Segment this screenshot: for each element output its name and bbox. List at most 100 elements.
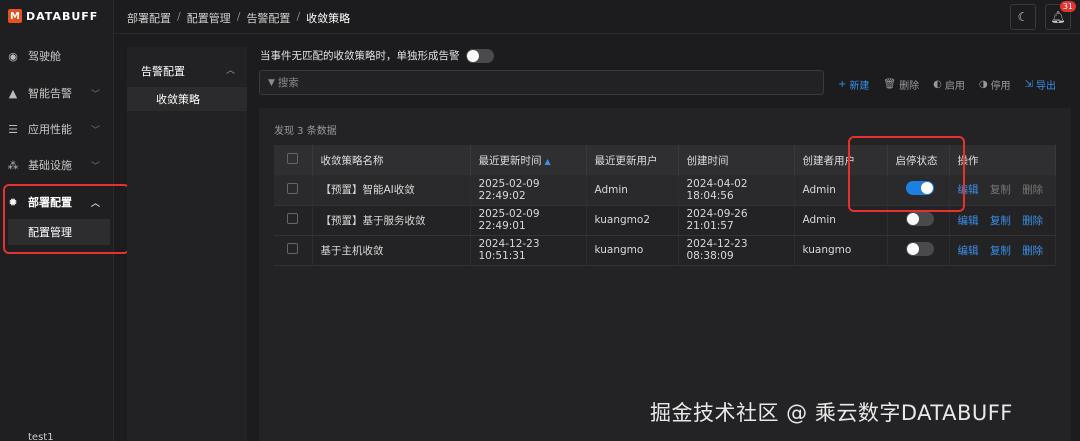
plus-icon: + — [838, 79, 847, 90]
column-header-updater[interactable]: 最近更新用户 — [586, 145, 679, 175]
breadcrumb-item[interactable]: 告警配置 — [246, 10, 290, 26]
cell-creator: Admin — [794, 205, 888, 236]
top-bar: 部署配置 / 配置管理 / 告警配置 / 收敛策略 ☾ 🔔︎ 31 — [114, 0, 1080, 34]
cell-creator: kuangmo — [794, 235, 888, 266]
cell-name: 【预置】智能AI收敛 — [312, 175, 471, 206]
export-icon: ⇲ — [1024, 79, 1033, 90]
column-header-ops: 操作 — [949, 145, 1056, 175]
copy-link[interactable]: 复制 — [990, 184, 1011, 196]
export-button[interactable]: ⇲ 导出 — [1025, 77, 1056, 92]
delete-link[interactable]: 删除 — [1022, 245, 1043, 257]
breadcrumb: 部署配置 / 配置管理 / 告警配置 / 收敛策略 — [127, 10, 351, 26]
new-button[interactable]: + 新建 — [838, 77, 869, 92]
delete-button[interactable]: 🗑︎ 删除 — [883, 77, 919, 92]
row-checkbox[interactable] — [287, 213, 298, 224]
select-all-checkbox[interactable] — [287, 153, 298, 164]
cluster-icon: ⁂ — [7, 158, 19, 172]
policy-table: 收敛策略名称 最近更新时间 ▲ 最近更新用户 创建时间 创建者用户 启停状态 操作… — [274, 145, 1056, 266]
status-switch[interactable] — [905, 181, 934, 196]
nav-item-cockpit[interactable]: ◉ 驾驶舱 — [0, 41, 114, 71]
logo-mark-icon: M — [8, 9, 22, 23]
cell-created: 2024-04-02 18:04:56 — [678, 175, 795, 206]
column-header-creator[interactable]: 创建者用户 — [794, 145, 888, 175]
cell-updater: kuangmo — [586, 235, 679, 266]
nav-item-label: 部署配置 — [28, 196, 72, 209]
secondary-panel: 告警配置 ︿ 收敛策略 — [127, 47, 247, 441]
cell-creator: Admin — [794, 175, 888, 206]
cell-updater: kuangmo2 — [586, 205, 679, 236]
filter-icon: ☰ — [8, 122, 18, 136]
delete-link[interactable]: 删除 — [1022, 215, 1043, 227]
copy-link[interactable]: 复制 — [990, 245, 1011, 257]
nav-item-label: 应用性能 — [28, 123, 72, 136]
unmatched-alert-setting: 当事件无匹配的收敛策略时，单独形成告警 — [260, 48, 494, 63]
nav-sub-config-management[interactable]: 配置管理 — [8, 219, 110, 245]
theme-toggle-button[interactable]: ☾ — [1010, 4, 1036, 30]
dashboard-icon: ◉ — [8, 49, 18, 63]
cell-updated: 2025-02-09 22:49:02 — [470, 175, 587, 206]
watermark: 掘金技术社区 @ 乘云数字DATABUFF — [650, 401, 1013, 425]
column-header-name[interactable]: 收敛策略名称 — [312, 145, 471, 175]
breadcrumb-current: 收敛策略 — [306, 12, 351, 25]
bell-icon: ▲ — [8, 86, 18, 100]
edit-link[interactable]: 编辑 — [958, 184, 979, 196]
subpanel-item-convergence-policy[interactable]: 收敛策略 — [127, 87, 247, 111]
notification-badge: 31 — [1059, 1, 1076, 12]
nav-item-apm[interactable]: ☰ 应用性能 ﹀ — [0, 114, 114, 144]
column-header-updated[interactable]: 最近更新时间 ▲ — [470, 145, 587, 175]
cell-created: 2024-09-26 21:01:57 — [678, 205, 795, 236]
toggle-on-icon: ◐ — [933, 79, 942, 90]
cell-name: 【预置】基于服务收敛 — [312, 205, 471, 236]
toggle-off-icon: ◑ — [978, 79, 988, 90]
sort-icon[interactable]: ▲ — [545, 157, 551, 166]
edit-link[interactable]: 编辑 — [958, 215, 979, 227]
chevron-down-icon: ﹀ — [90, 89, 100, 100]
table-row[interactable]: 基于主机收敛 2024-12-23 10:51:31 kuangmo 2024-… — [274, 235, 1056, 266]
nav-item-alerts[interactable]: ▲ 智能告警 ﹀ — [0, 78, 114, 108]
logo[interactable]: M DATABUFF — [8, 8, 98, 24]
cell-updated: 2024-12-23 10:51:31 — [470, 235, 587, 266]
moon-icon: ☾ — [1017, 10, 1029, 24]
search-input[interactable]: ▼ 搜索 — [259, 70, 824, 95]
column-header-status[interactable]: 启停状态 — [887, 145, 950, 175]
column-header-created[interactable]: 创建时间 — [678, 145, 795, 175]
gear-icon: ✹ — [8, 195, 18, 209]
cell-updater: Admin — [586, 175, 679, 206]
chevron-down-icon: ﹀ — [90, 125, 100, 136]
chevron-up-icon: ︿ — [90, 198, 100, 209]
unmatched-alert-switch[interactable] — [465, 48, 494, 63]
copy-link[interactable]: 复制 — [990, 215, 1011, 227]
toolbar-actions: + 新建 🗑︎ 删除 ◐ 启用 ◑ 停用 ⇲ 导出 — [838, 77, 1056, 92]
nav-item-label: 驾驶舱 — [28, 50, 61, 63]
status-switch[interactable] — [905, 211, 934, 226]
enable-button[interactable]: ◐ 启用 — [933, 77, 965, 92]
notification-button[interactable]: 🔔︎ 31 — [1045, 1, 1076, 30]
table-row[interactable]: 【预置】智能AI收敛 2025-02-09 22:49:02 Admin 202… — [274, 175, 1056, 206]
user-name[interactable]: test1 — [28, 432, 54, 441]
breadcrumb-item[interactable]: 部署配置 — [127, 10, 171, 26]
logo-text: DATABUFF — [26, 9, 99, 23]
nav-item-label: 基础设施 — [28, 159, 72, 172]
delete-link[interactable]: 删除 — [1022, 184, 1043, 196]
subpanel-group-alert-config[interactable]: 告警配置 — [141, 63, 185, 79]
nav-item-infra[interactable]: ⁂ 基础设施 ﹀ — [0, 150, 114, 180]
left-nav: M DATABUFF ◉ 驾驶舱 ▲ 智能告警 ﹀ ☰ 应用性能 ﹀ ⁂ 基础设… — [0, 0, 130, 441]
search-placeholder: 搜索 — [277, 77, 299, 89]
disable-button[interactable]: ◑ 停用 — [979, 77, 1011, 92]
nav-item-label: 智能告警 — [28, 87, 72, 100]
trash-icon: 🗑︎ — [883, 79, 897, 90]
row-checkbox[interactable] — [287, 243, 298, 254]
edit-link[interactable]: 编辑 — [958, 245, 979, 257]
chevron-up-icon[interactable]: ︿ — [226, 63, 235, 76]
row-checkbox[interactable] — [287, 182, 298, 194]
status-switch[interactable] — [905, 241, 934, 256]
breadcrumb-item[interactable]: 配置管理 — [187, 10, 231, 26]
nav-item-deploy-config[interactable]: ✹ 部署配置 ︿ — [0, 187, 114, 217]
table-row[interactable]: 【预置】基于服务收敛 2025-02-09 22:49:01 kuangmo2 … — [274, 205, 1056, 236]
cell-created: 2024-12-23 08:38:09 — [678, 235, 795, 266]
filter-icon: ▼ — [268, 77, 275, 88]
cell-updated: 2025-02-09 22:49:01 — [470, 205, 587, 236]
bell-icon: 🔔︎ — [1050, 10, 1066, 24]
table-panel: 发现 3 条数据 收敛策略名称 最近更新时间 ▲ 最近更新用户 创建时间 创建者用… — [259, 108, 1071, 441]
cell-name: 基于主机收敛 — [312, 235, 471, 266]
